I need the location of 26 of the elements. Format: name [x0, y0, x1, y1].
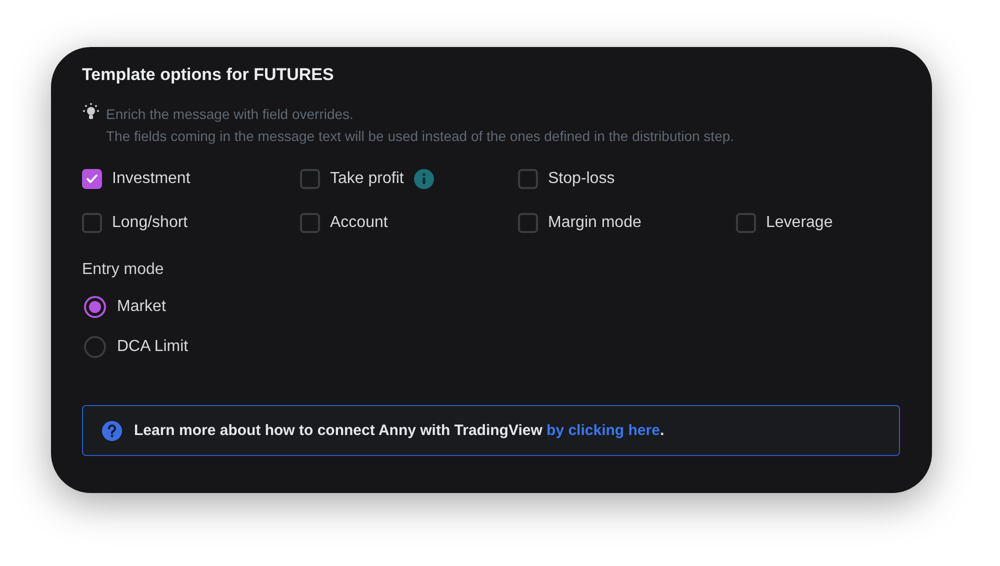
check-icon [86, 174, 98, 184]
radio-button[interactable] [84, 296, 106, 318]
checkbox-label: Margin mode [548, 214, 642, 232]
checkbox-label: Long/short [112, 214, 188, 232]
checkbox-label: Investment [112, 170, 190, 188]
help-icon [102, 420, 122, 440]
checkbox[interactable] [300, 169, 320, 189]
radio-label: DCA Limit [117, 338, 188, 356]
checkbox-label: Account [330, 214, 388, 232]
checkbox-label: Stop-loss [548, 170, 615, 188]
hint-text: The fields coming in the message text will be used instead of the ones defined in the distribution step. [106, 127, 734, 146]
checkbox[interactable] [82, 213, 102, 233]
checkbox[interactable] [518, 169, 538, 189]
hint-text: Enrich the message with field overrides. [106, 105, 354, 124]
info-text: Learn more about how to connect Anny with TradingView by clicking here. [134, 422, 664, 439]
checkbox[interactable] [518, 213, 538, 233]
link[interactable]: by clicking here [546, 422, 660, 439]
checkbox-label: Take profit [330, 170, 404, 188]
checkbox[interactable] [736, 213, 756, 233]
checkbox[interactable] [82, 169, 102, 189]
radio-label: Market [117, 298, 166, 316]
panel-title: Template options for FUTURES [82, 65, 335, 85]
radio-button[interactable] [84, 336, 106, 358]
section-label: Entry mode [82, 261, 165, 279]
checkbox-label: Leverage [766, 214, 833, 232]
checkbox[interactable] [300, 213, 320, 233]
